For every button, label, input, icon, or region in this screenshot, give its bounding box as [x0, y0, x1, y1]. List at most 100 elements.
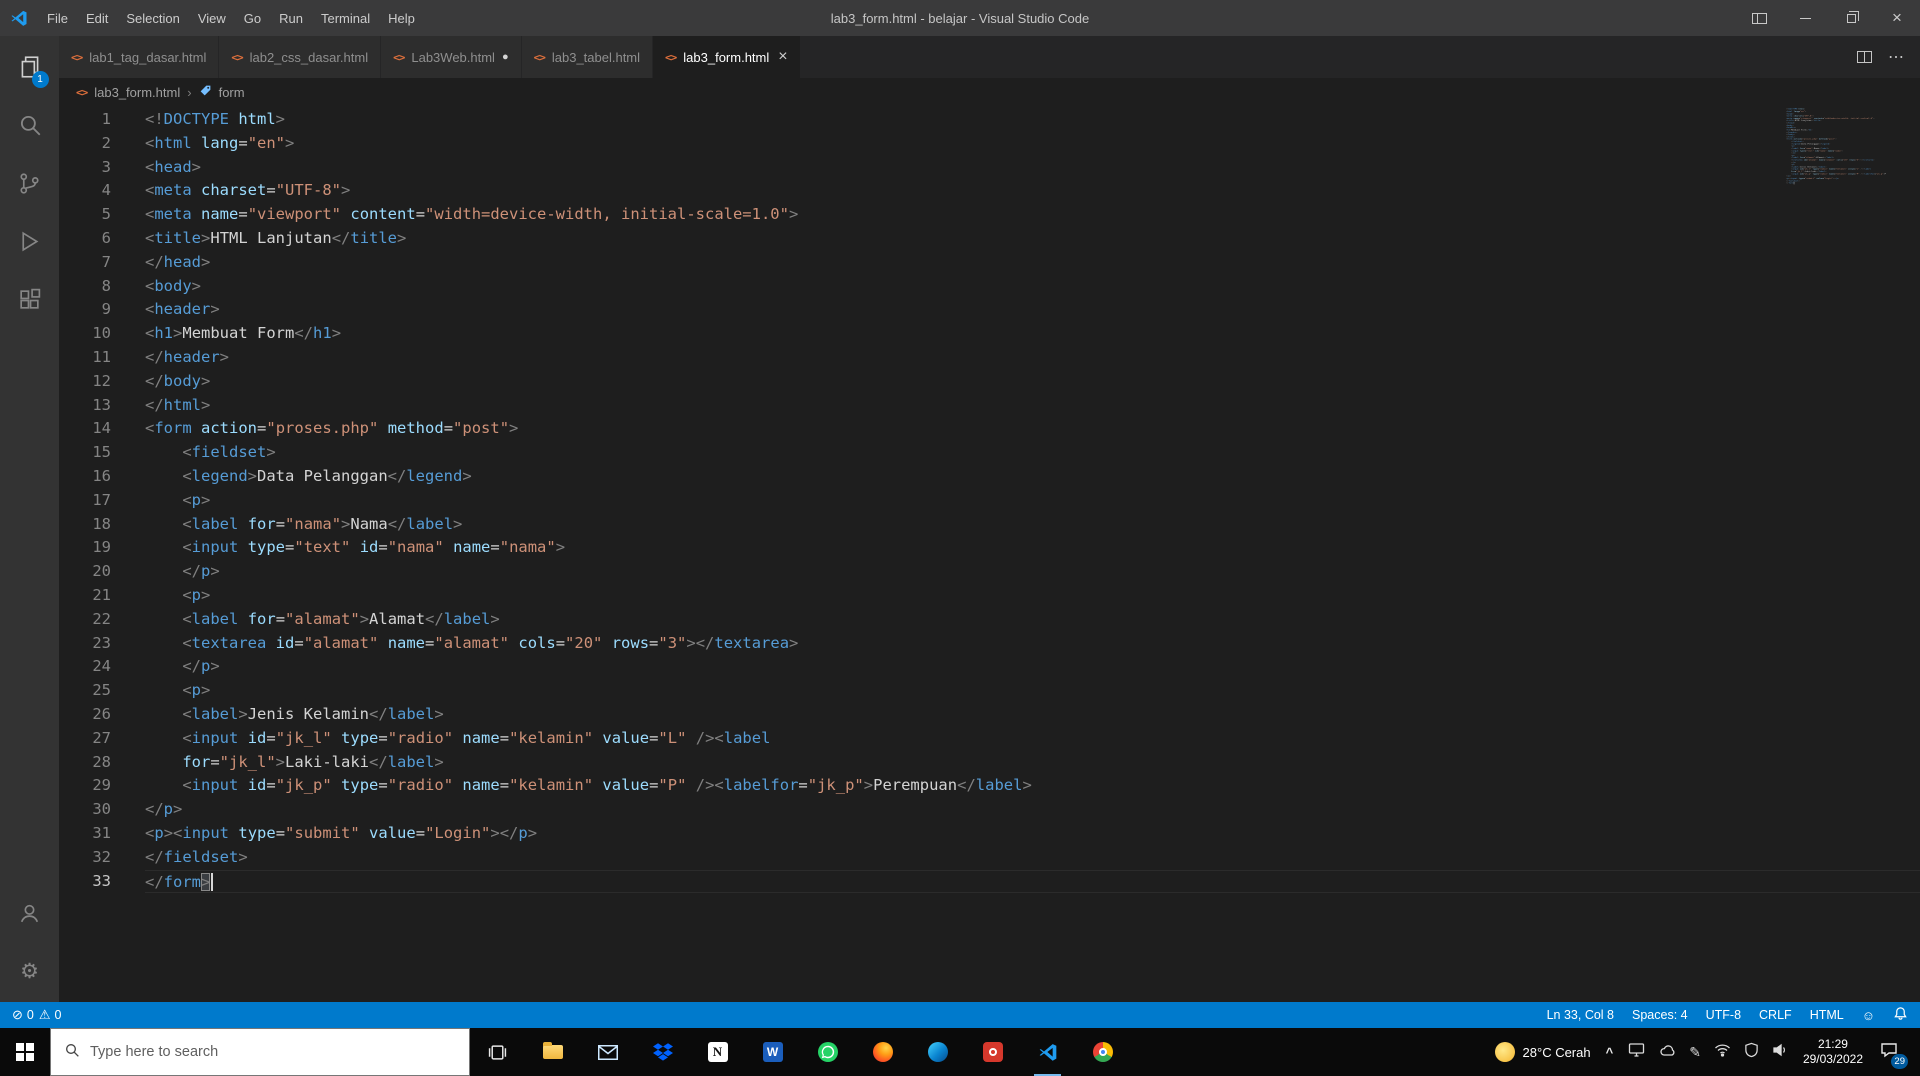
- line-number[interactable]: 4: [59, 179, 111, 203]
- whatsapp-icon[interactable]: [800, 1028, 855, 1076]
- taskbar-search[interactable]: [50, 1028, 470, 1076]
- tray-shield-icon[interactable]: [1744, 1042, 1759, 1063]
- line-number[interactable]: 20: [59, 560, 111, 584]
- explorer-icon[interactable]: 1: [6, 38, 54, 96]
- menu-selection[interactable]: Selection: [117, 0, 188, 36]
- breadcrumb-file[interactable]: lab3_form.html: [94, 85, 180, 100]
- line-number[interactable]: 2: [59, 132, 111, 156]
- code-line[interactable]: </p>: [145, 798, 1920, 822]
- action-center-icon[interactable]: 29: [1878, 1040, 1910, 1069]
- code-line[interactable]: <legend>Data Pelanggan</legend>: [145, 465, 1920, 489]
- code-area[interactable]: <!DOCTYPE html> <html lang="en"> <head> <me…: [111, 108, 1920, 1002]
- line-number[interactable]: 25: [59, 679, 111, 703]
- menu-terminal[interactable]: Terminal: [312, 0, 379, 36]
- tab-lab3web[interactable]: <> Lab3Web.html ●: [381, 36, 522, 78]
- code-line[interactable]: </header>: [145, 346, 1920, 370]
- code-line[interactable]: <p>: [145, 584, 1920, 608]
- line-number[interactable]: 22: [59, 608, 111, 632]
- menu-file[interactable]: File: [38, 0, 77, 36]
- line-number[interactable]: 9: [59, 298, 111, 322]
- search-icon[interactable]: [6, 96, 54, 154]
- edge-icon[interactable]: [910, 1028, 965, 1076]
- accounts-icon[interactable]: [6, 884, 54, 942]
- code-line[interactable]: <input type="text" id="nama" name="nama"…: [145, 536, 1920, 560]
- cursor-position[interactable]: Ln 33, Col 8: [1547, 1008, 1614, 1022]
- line-number[interactable]: 6: [59, 227, 111, 251]
- chrome-icon[interactable]: [1075, 1028, 1130, 1076]
- layout-icon[interactable]: [1736, 0, 1782, 36]
- code-line[interactable]: <label for="alamat">Alamat</label>: [145, 608, 1920, 632]
- notifications-bell-icon[interactable]: [1893, 1006, 1908, 1024]
- code-line[interactable]: </html>: [145, 394, 1920, 418]
- tray-pen-icon[interactable]: ✎: [1689, 1044, 1701, 1061]
- restore-button[interactable]: [1828, 0, 1874, 36]
- more-actions-icon[interactable]: ⋯: [1888, 47, 1904, 67]
- code-line[interactable]: <meta name="viewport" content="width=dev…: [145, 203, 1920, 227]
- line-number[interactable]: 23: [59, 632, 111, 656]
- line-number[interactable]: 19: [59, 536, 111, 560]
- line-number[interactable]: 30: [59, 798, 111, 822]
- file-explorer-icon[interactable]: [525, 1028, 580, 1076]
- line-number[interactable]: 29: [59, 774, 111, 798]
- code-line[interactable]: </p>: [145, 560, 1920, 584]
- line-number[interactable]: 32: [59, 846, 111, 870]
- code-line[interactable]: <label>Jenis Kelamin</label>: [145, 703, 1920, 727]
- tray-volume-icon[interactable]: [1772, 1043, 1788, 1062]
- indentation-setting[interactable]: Spaces: 4: [1632, 1008, 1688, 1022]
- line-number[interactable]: 17: [59, 489, 111, 513]
- line-number[interactable]: 12: [59, 370, 111, 394]
- tray-network-icon[interactable]: [1714, 1042, 1731, 1062]
- line-number[interactable]: 7: [59, 251, 111, 275]
- line-number[interactable]: 28: [59, 751, 111, 775]
- code-line[interactable]: </fieldset>: [145, 846, 1920, 870]
- code-line[interactable]: for="jk_l">Laki-laki</label>: [145, 751, 1920, 775]
- vscode-taskbar-icon[interactable]: [1020, 1028, 1075, 1076]
- code-line[interactable]: </head>: [145, 251, 1920, 275]
- menu-go[interactable]: Go: [235, 0, 270, 36]
- code-line[interactable]: <!DOCTYPE html>: [145, 108, 1920, 132]
- tab-lab2-css-dasar[interactable]: <> lab2_css_dasar.html: [219, 36, 382, 78]
- source-control-icon[interactable]: [6, 154, 54, 212]
- tab-lab3-form[interactable]: <> lab3_form.html ×: [653, 36, 801, 78]
- code-line[interactable]: <label for="nama">Nama</label>: [145, 513, 1920, 537]
- code-line[interactable]: <title>HTML Lanjutan</title>: [145, 227, 1920, 251]
- search-input[interactable]: [90, 1044, 456, 1060]
- line-number[interactable]: 24: [59, 655, 111, 679]
- code-editor[interactable]: 1 2 3 4 5 6 7 8 9 10 11 12 13 14 15 16 17 18 19 20 21 22 23 24 2…: [59, 106, 1920, 1002]
- code-line[interactable]: <meta charset="UTF-8">: [145, 179, 1920, 203]
- code-line[interactable]: </form>: [145, 869, 1920, 894]
- word-icon[interactable]: W: [745, 1028, 800, 1076]
- settings-gear-icon[interactable]: ⚙: [6, 942, 54, 1000]
- start-button[interactable]: [0, 1028, 50, 1076]
- code-line[interactable]: <body>: [145, 275, 1920, 299]
- code-line[interactable]: </p>: [145, 655, 1920, 679]
- weather-widget[interactable]: 28°C Cerah: [1494, 1042, 1591, 1062]
- line-number[interactable]: 26: [59, 703, 111, 727]
- run-debug-icon[interactable]: [6, 212, 54, 270]
- line-number[interactable]: 13: [59, 394, 111, 418]
- task-view-icon[interactable]: [470, 1028, 525, 1076]
- code-line[interactable]: <textarea id="alamat" name="alamat" cols…: [145, 632, 1920, 656]
- line-number[interactable]: 15: [59, 441, 111, 465]
- line-number[interactable]: 1: [59, 108, 111, 132]
- line-number[interactable]: 11: [59, 346, 111, 370]
- breadcrumb-symbol[interactable]: form: [219, 85, 245, 100]
- code-line[interactable]: <fieldset>: [145, 441, 1920, 465]
- code-line[interactable]: <html lang="en">: [145, 132, 1920, 156]
- tray-cloud-icon[interactable]: [1658, 1043, 1676, 1062]
- tab-lab1-tag-dasar[interactable]: <> lab1_tag_dasar.html: [59, 36, 220, 78]
- dropbox-icon[interactable]: [635, 1028, 690, 1076]
- line-number[interactable]: 5: [59, 203, 111, 227]
- feedback-icon[interactable]: ☺: [1862, 1008, 1875, 1023]
- code-line[interactable]: <header>: [145, 298, 1920, 322]
- code-line[interactable]: </body>: [145, 370, 1920, 394]
- menu-view[interactable]: View: [189, 0, 235, 36]
- taskbar-clock[interactable]: 21:29 29/03/2022: [1803, 1037, 1863, 1067]
- code-line[interactable]: <h1>Membuat Form</h1>: [145, 322, 1920, 346]
- notion-icon[interactable]: N: [690, 1028, 745, 1076]
- menu-run[interactable]: Run: [270, 0, 312, 36]
- line-number[interactable]: 33: [59, 870, 111, 894]
- line-number[interactable]: 27: [59, 727, 111, 751]
- tray-display-icon[interactable]: [1628, 1042, 1645, 1063]
- red-app-icon[interactable]: [965, 1028, 1020, 1076]
